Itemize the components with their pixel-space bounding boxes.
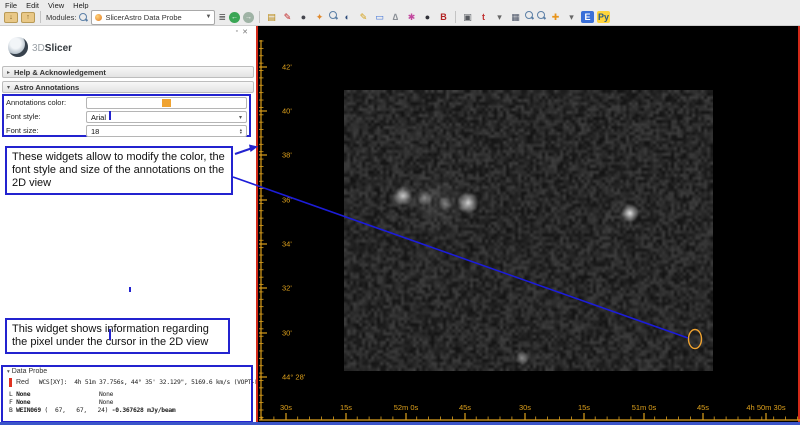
axis-tick-label: 30s [280,403,292,412]
module-icon [95,13,103,21]
axis-tick-label: 45s [459,403,471,412]
axis-tick-label: 38' [282,151,292,160]
axis-tick-label: 45s [697,403,709,412]
axis-tick-label: 36' [282,196,292,205]
scene-views-icon[interactable]: ◐ [341,11,354,23]
panel-undock-icon[interactable]: ▫ [236,28,238,35]
module-selector-combobox[interactable]: SlicerAstro Data Probe ▼ [91,9,216,25]
module-selector-value: SlicerAstro Data Probe [105,12,182,22]
screenshot-icon[interactable]: ▣ [461,11,474,23]
find-next-snapshot-icon[interactable] [536,11,547,20]
extensions-manager-icon[interactable]: E [580,11,594,23]
data-probe-header[interactable]: ▾ Data Probe [3,367,251,375]
app-title-slicer: Slicer [44,43,73,54]
crop-volume-icon[interactable]: ▭ [373,11,386,23]
annotations-color-picker[interactable] [86,97,247,109]
axis-tick-label: 30' [282,329,292,338]
help-acknowledgement-section[interactable]: ▸ Help & Acknowledgement [2,66,254,78]
probe-row-L: L None None [9,391,114,398]
save-snapshot-icon[interactable]: ▦ [509,11,522,23]
astro-annotations-section[interactable]: ▾ Astro Annotations [2,81,254,93]
save-scene-icon[interactable]: ↓ [4,11,18,23]
section-label: Astro Annotations [14,82,80,92]
font-size-label: Font size: [6,126,39,135]
thermometer-caret-icon[interactable]: ▾ [493,11,506,23]
transforms-module-icon[interactable]: ✦ [313,11,326,23]
axis-tick-label: 44° 28' [282,373,306,382]
module-forward-button[interactable]: → [242,11,254,23]
app-title-3d: 3D [32,43,45,54]
callout-annotations-widgets: These widgets allow to modify the color,… [5,146,233,195]
favorite-modules-group: ▤ ✎ ● ✦ ◐ ✎ ▭ ∆ ✱ ● B [265,11,450,23]
slice-name-label: Red [16,379,29,386]
axis-tick-label: 40' [282,107,292,116]
measurements-icon[interactable]: ∆ [389,11,402,23]
find-prev-snapshot-icon[interactable] [524,11,535,20]
font-style-combobox[interactable]: Arial ▾ [86,111,247,123]
wcs-readout-row: Red WCS[XY]: 4h 51m 37.756s, 44° 35' 32.… [9,378,269,387]
beam-ellipse-annotation [687,328,703,350]
app-title: 3DSlicer [32,43,72,54]
probe-row-B: B WEIN069 ( 67, 67, 24) -0.367628 mJy/be… [9,407,176,414]
collapse-arrow-icon: ▾ [7,369,10,375]
axis-tick-label: 30s [519,403,531,412]
annotations-pen-icon[interactable]: ✎ [281,11,294,23]
modules-label: Modules: [46,12,77,22]
axis-tick-label: 42' [282,63,292,72]
collapse-arrow-icon: ▾ [7,84,11,91]
axis-tick-label: 4h 50m 30s [746,403,785,412]
chevron-down-icon: ▾ [238,114,242,121]
font-size-value: 18 [91,126,100,136]
file-toolbar-group: ↓ ↑ [4,11,35,23]
panel-close-icon[interactable]: ✕ [242,28,248,36]
spinbox-arrows[interactable]: ▴ ▾ [240,127,242,135]
data-probe-title: Data Probe [11,368,48,375]
markups-pencil-icon[interactable]: ✎ [357,11,370,23]
toolbar-separator [258,11,260,23]
add-data-plus-icon[interactable]: ✚ [549,11,562,23]
font-style-label: Font style: [6,112,41,121]
colors-module-icon[interactable]: ✱ [405,11,418,23]
axis-tick-label: 34' [282,240,292,249]
toolbar-separator [40,11,41,23]
module-search-icon[interactable] [79,12,89,22]
font-size-spinbox[interactable]: 18 ▴ ▾ [86,125,247,137]
annotations-color-label: Annotations color: [6,98,67,107]
slicer-logo [8,37,28,57]
wcs-axes-overlay: 42' 40' 38' 36' 34' 32' 30' 44° 28' 30s 15s 52m 0s… [259,40,800,421]
color-swatch [162,99,171,107]
axis-tick-label: 15s [340,403,352,412]
bold-b-icon[interactable]: B [437,11,450,23]
axis-tick-label: 15s [578,403,590,412]
probe-row-F: F None None [9,399,114,406]
collapse-arrow-icon: ▸ [7,69,11,76]
add-data-caret-icon[interactable]: ▾ [565,11,578,23]
python-console-icon[interactable]: Py [596,11,610,23]
main-toolbar: ↓ ↑ Modules: SlicerAstro Data Probe ▼ ≣ ←… [0,9,800,26]
red-slice-color-bar [9,378,12,387]
thermometer-icon[interactable]: t [477,11,490,23]
load-data-icon[interactable]: ↑ [21,11,35,23]
data-probe-panel: ▾ Data Probe Red WCS[XY]: 4h 51m 37.756s… [1,365,269,423]
spin-down-icon[interactable]: ▾ [240,131,242,135]
module-back-button[interactable]: ← [228,11,240,23]
module-history-icon[interactable]: ≣ [218,12,226,23]
axis-tick-label: 51m 0s [632,403,657,412]
zoom-module-icon[interactable] [328,11,339,20]
callout-data-probe: This widget shows information regarding … [5,318,230,354]
modules-list-icon[interactable]: ▤ [265,11,278,23]
wcs-coordinates-value: WCS[XY]: 4h 51m 37.756s, 44° 35' 32.129"… [38,379,270,386]
mask-module-icon[interactable]: ● [297,11,310,23]
chevron-down-icon: ▼ [205,14,212,20]
axis-tick-label: 32' [282,284,292,293]
toolbar-separator [454,11,456,23]
axis-tick-label: 52m 0s [394,403,419,412]
section-label: Help & Acknowledgement [14,67,106,77]
capture-toolbar-group: ▣ t ▾ ▦ ✚ ▾ E Py [461,11,610,23]
font-style-value: Arial [91,112,107,122]
shield-module-icon[interactable]: ● [421,11,434,23]
